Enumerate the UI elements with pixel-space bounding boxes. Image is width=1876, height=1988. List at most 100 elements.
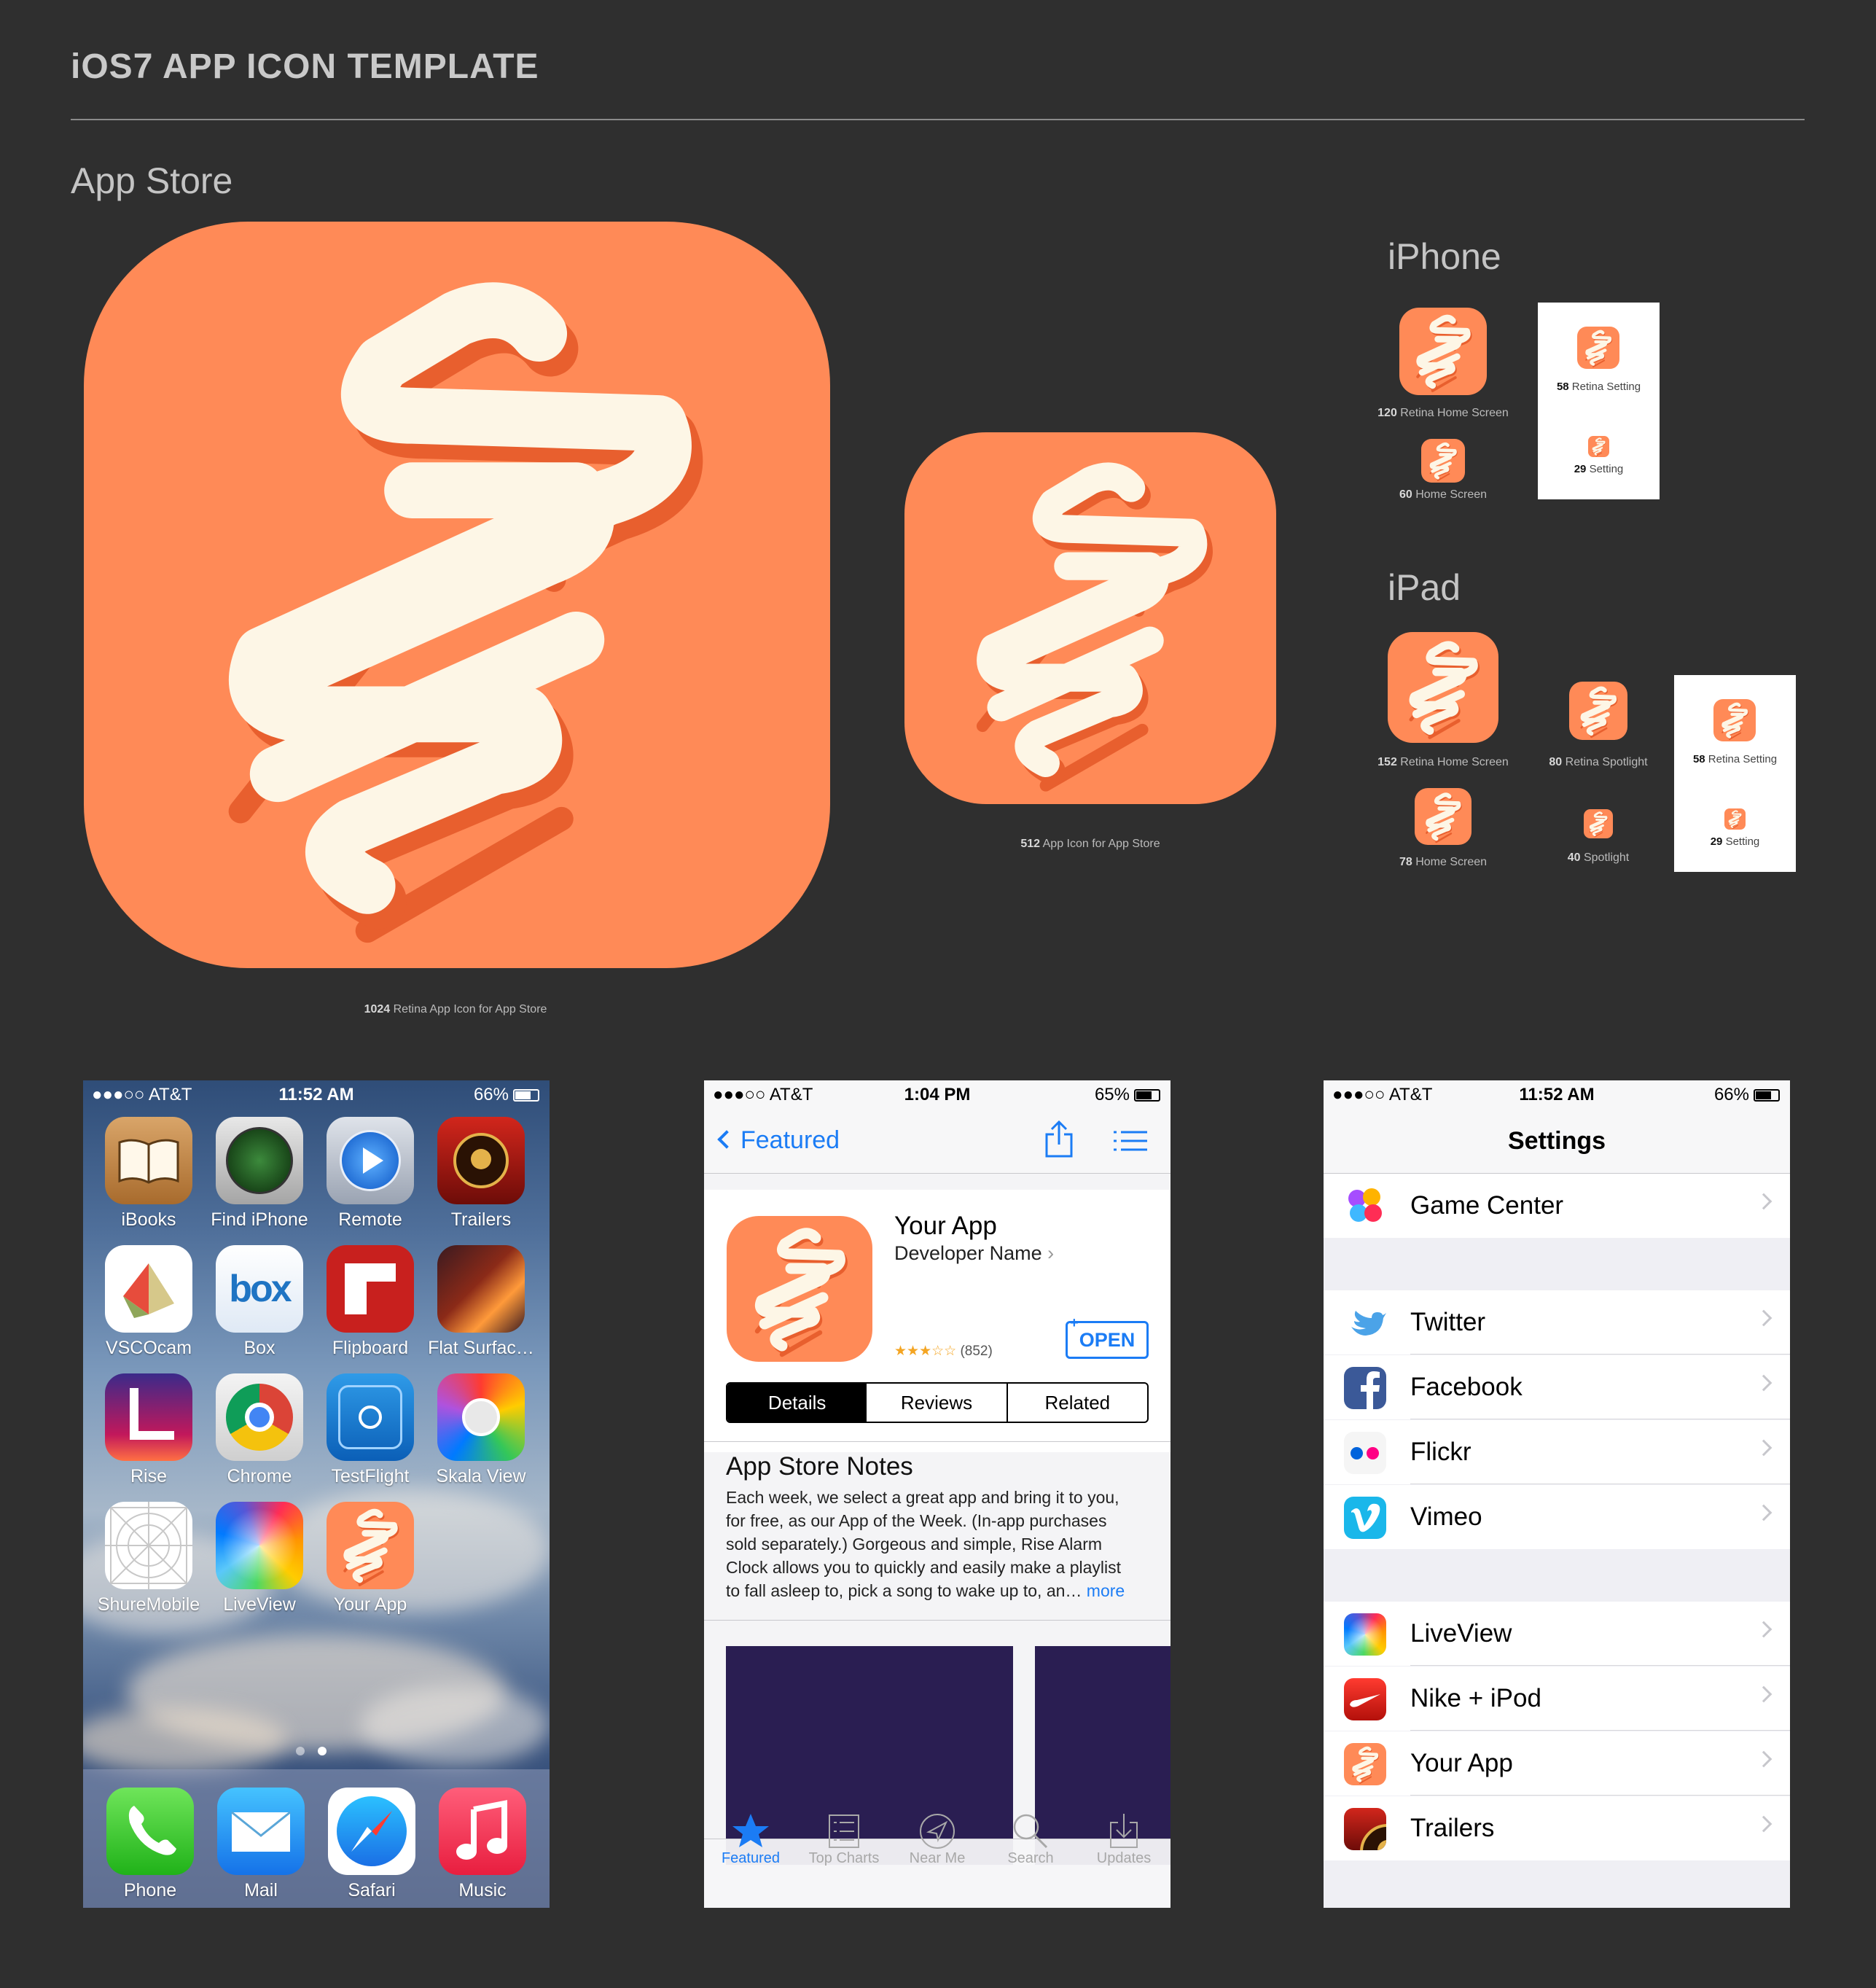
- home-app-flat-surfaces[interactable]: Flat Surfac…: [426, 1245, 536, 1359]
- trailers-icon: [1344, 1808, 1386, 1850]
- app-label: iBooks: [121, 1209, 176, 1230]
- settings-row-flickr[interactable]: Flickr: [1324, 1420, 1790, 1484]
- battery-indicator: 66%: [474, 1080, 539, 1110]
- row-label: Trailers: [1410, 1814, 1495, 1842]
- share-icon[interactable]: [1044, 1120, 1074, 1158]
- app-icon-512: [904, 432, 1276, 804]
- caption-ipad-80: 80 Retina Spotlight: [1549, 756, 1648, 768]
- chevron-right-icon: [1755, 1309, 1773, 1327]
- app-label: Box: [243, 1338, 275, 1358]
- trailers-icon: [437, 1117, 525, 1204]
- testflight-icon: [327, 1373, 414, 1461]
- home-app-testflight[interactable]: TestFlight: [315, 1373, 426, 1487]
- your-app-icon: [1344, 1743, 1386, 1785]
- app-label: Mail: [244, 1880, 278, 1901]
- tab-label: Featured: [721, 1850, 781, 1866]
- game-center-icon: [1344, 1185, 1386, 1228]
- find-iphone-icon: [216, 1117, 303, 1204]
- segment-reviews[interactable]: Reviews: [867, 1384, 1008, 1422]
- skala-view-icon: [437, 1373, 525, 1461]
- settings-row-facebook[interactable]: Facebook: [1324, 1355, 1790, 1419]
- more-link[interactable]: more: [1087, 1581, 1125, 1600]
- segment-related[interactable]: Related: [1008, 1384, 1147, 1422]
- home-app-shuremobile[interactable]: ShureMobile: [93, 1502, 204, 1615]
- home-app-vscocam[interactable]: VSCOcam: [93, 1245, 204, 1359]
- chevron-right-icon: [1755, 1815, 1773, 1833]
- star-rating: ★★★☆☆: [894, 1344, 957, 1359]
- tab-label: Near Me: [909, 1850, 966, 1866]
- location-arrow-icon: [891, 1809, 984, 1850]
- back-button[interactable]: Featured: [714, 1126, 840, 1155]
- rise-icon: [105, 1373, 192, 1461]
- caption-ipad-78: 78 Home Screen: [1399, 856, 1488, 868]
- app-store-mockup: ●●●○○ AT&T 1:04 PM 65% Featured Your App…: [704, 1080, 1170, 1908]
- home-app-remote[interactable]: Remote: [315, 1117, 426, 1231]
- dock-app-music[interactable]: Music: [427, 1788, 538, 1901]
- app-label: Flipboard: [332, 1338, 409, 1358]
- app-icon-29: [1588, 436, 1609, 457]
- chevron-right-icon: [1755, 1439, 1773, 1457]
- download-icon: [1077, 1809, 1170, 1850]
- shuremobile-icon: [105, 1502, 192, 1589]
- developer-link[interactable]: Developer Name ›: [894, 1241, 1054, 1266]
- app-label: Trailers: [450, 1209, 512, 1230]
- caption-ipad-58: 58 Retina Setting: [1692, 753, 1778, 765]
- caption-iphone-60: 60 Home Screen: [1399, 488, 1488, 501]
- liveview-icon: [1344, 1613, 1386, 1656]
- dock-app-safari[interactable]: Safari: [316, 1788, 427, 1901]
- phone-icon: [106, 1788, 194, 1875]
- home-app-skala-view[interactable]: Skala View: [426, 1373, 536, 1487]
- app-icon-60: [1421, 439, 1465, 483]
- home-app-find-iphone[interactable]: Find iPhone: [204, 1117, 315, 1231]
- music-icon: [439, 1788, 526, 1875]
- chrome-icon: [216, 1373, 303, 1461]
- facebook-icon: [1344, 1367, 1386, 1409]
- settings-title: Settings: [1507, 1127, 1606, 1155]
- liveview-icon: [216, 1502, 303, 1589]
- home-app-flipboard[interactable]: Flipboard: [315, 1245, 426, 1359]
- tab-near-me[interactable]: Near Me: [891, 1809, 984, 1867]
- home-app-box[interactable]: box Box: [204, 1245, 315, 1359]
- page-title: iOS7 APP ICON TEMPLATE: [71, 47, 539, 86]
- home-app-liveview[interactable]: LiveView: [204, 1502, 315, 1615]
- tab-label: Updates: [1096, 1850, 1152, 1866]
- home-app-your-app[interactable]: Your App: [315, 1502, 426, 1615]
- home-app-chrome[interactable]: Chrome: [204, 1373, 315, 1487]
- settings-row-twitter[interactable]: Twitter: [1324, 1290, 1790, 1354]
- settings-mockup: ●●●○○ AT&T 11:52 AM 66% Settings Game Ce…: [1324, 1080, 1790, 1908]
- home-app-rise[interactable]: Rise: [93, 1373, 204, 1487]
- home-app-ibooks[interactable]: iBooks: [93, 1117, 204, 1231]
- tab-featured[interactable]: Featured: [704, 1809, 797, 1867]
- home-app-trailers[interactable]: Trailers: [426, 1117, 536, 1231]
- settings-icon-card-ipad: 58 Retina Setting 29 Setting: [1674, 675, 1796, 872]
- tab-top-charts[interactable]: Top Charts: [797, 1809, 891, 1867]
- rating: ★★★☆☆ (852): [894, 1343, 993, 1360]
- app-icon-78: [1415, 788, 1472, 845]
- dock-app-phone[interactable]: Phone: [95, 1788, 206, 1901]
- page-dot-active[interactable]: [318, 1747, 327, 1755]
- caption-ipad-152: 152 Retina Home Screen: [1377, 756, 1509, 768]
- page-dot[interactable]: [296, 1747, 305, 1755]
- search-icon: [984, 1809, 1077, 1850]
- mail-icon: [217, 1788, 305, 1875]
- settings-row-vimeo[interactable]: Vimeo: [1324, 1485, 1790, 1549]
- caption-ipad-40: 40 Spotlight: [1567, 851, 1630, 864]
- settings-row-trailers[interactable]: Trailers: [1324, 1796, 1790, 1860]
- settings-row-your-app[interactable]: Your App: [1324, 1731, 1790, 1796]
- twitter-icon: [1344, 1302, 1386, 1344]
- settings-row-game-center[interactable]: Game Center: [1324, 1174, 1790, 1238]
- app-icon-58: [1577, 327, 1619, 369]
- caption-iphone-29: 29 Setting: [1574, 463, 1624, 475]
- safari-icon: [328, 1788, 415, 1875]
- notes-title: App Store Notes: [726, 1452, 913, 1481]
- dock-app-mail[interactable]: Mail: [206, 1788, 316, 1901]
- list-icon: [797, 1809, 891, 1850]
- segment-details[interactable]: Details: [727, 1384, 867, 1422]
- list-icon[interactable]: [1114, 1130, 1147, 1152]
- status-bar: ●●●○○ AT&T 11:52 AM 66%: [83, 1080, 550, 1110]
- tab-search[interactable]: Search: [984, 1809, 1077, 1867]
- tab-updates[interactable]: Updates: [1077, 1809, 1170, 1867]
- open-button[interactable]: OPEN +: [1066, 1316, 1149, 1359]
- settings-row-nike-ipod[interactable]: Nike + iPod: [1324, 1667, 1790, 1731]
- settings-row-liveview[interactable]: LiveView: [1324, 1602, 1790, 1666]
